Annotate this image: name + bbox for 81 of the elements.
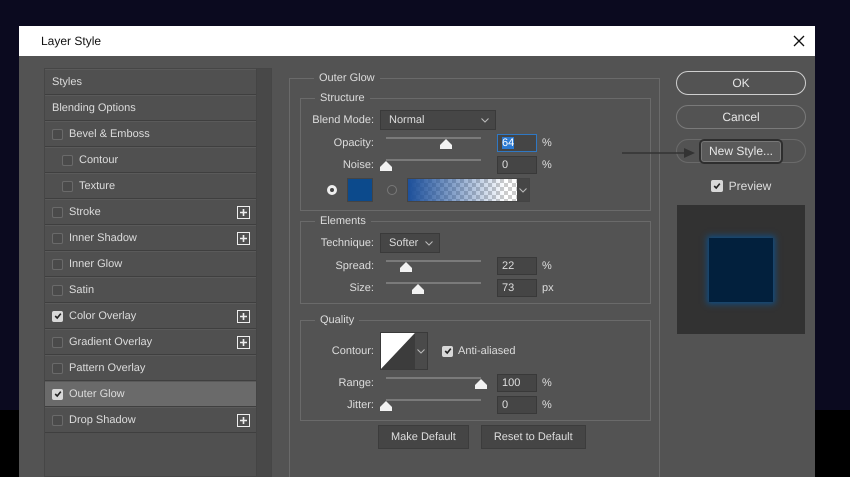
checkbox[interactable] bbox=[52, 336, 63, 348]
slider-thumb[interactable] bbox=[440, 139, 452, 149]
contour-picker[interactable] bbox=[380, 332, 428, 370]
style-list-item[interactable]: Contour bbox=[45, 147, 256, 173]
style-list-item[interactable]: Satin bbox=[45, 277, 256, 303]
add-icon[interactable] bbox=[237, 336, 250, 348]
group-title: Quality bbox=[319, 314, 356, 326]
unit-label: px bbox=[542, 282, 554, 294]
unit-label: % bbox=[542, 159, 552, 171]
checkbox[interactable] bbox=[52, 128, 63, 140]
field-label: Contour: bbox=[330, 345, 374, 357]
slider-thumb[interactable] bbox=[380, 161, 392, 171]
caret-icon bbox=[425, 240, 433, 246]
action-button[interactable]: OK bbox=[676, 71, 806, 95]
checkbox[interactable] bbox=[52, 258, 63, 270]
color-swatch[interactable] bbox=[347, 178, 373, 202]
radio-button[interactable] bbox=[387, 185, 397, 195]
number-field[interactable]: 0 bbox=[497, 156, 537, 174]
close-icon[interactable] bbox=[793, 35, 805, 47]
style-list-item[interactable]: Gradient Overlay bbox=[45, 329, 256, 355]
unit-label: % bbox=[542, 377, 552, 389]
slider-label: Jitter: bbox=[346, 399, 374, 411]
field-label: Blend Mode: bbox=[311, 114, 374, 126]
slider-label: Spread: bbox=[334, 260, 374, 272]
style-list-item[interactable]: Drop Shadow bbox=[45, 407, 256, 433]
checkbox[interactable] bbox=[52, 362, 63, 374]
style-list-item[interactable]: Outer Glow bbox=[45, 381, 256, 407]
style-list-item[interactable]: Texture bbox=[45, 173, 256, 199]
technique-dropdown[interactable]: Softer bbox=[380, 233, 440, 253]
action-button[interactable]: Cancel bbox=[676, 105, 806, 129]
unit-label: % bbox=[542, 137, 552, 149]
field-label: Technique: bbox=[320, 237, 374, 249]
checkbox[interactable] bbox=[52, 232, 63, 244]
slider-thumb[interactable] bbox=[412, 284, 424, 294]
caret-icon bbox=[481, 118, 489, 122]
unit-label: % bbox=[542, 399, 552, 411]
style-list-item[interactable]: Styles bbox=[45, 69, 256, 95]
add-icon[interactable] bbox=[237, 206, 250, 218]
glow-square bbox=[709, 238, 773, 302]
window-title: Layer Style bbox=[41, 34, 102, 48]
add-icon[interactable] bbox=[237, 232, 250, 244]
style-list-item[interactable]: Color Overlay bbox=[45, 303, 256, 329]
gradient-picker[interactable] bbox=[407, 178, 530, 202]
default-button[interactable]: Reset to Default bbox=[480, 425, 586, 449]
group-title: Elements bbox=[319, 215, 367, 227]
number-field[interactable]: 0 bbox=[497, 396, 537, 414]
slider-label: Opacity: bbox=[332, 137, 374, 149]
action-button[interactable]: New Style... bbox=[698, 138, 784, 164]
checkbox[interactable] bbox=[52, 206, 63, 218]
checkbox-label: Anti-aliased bbox=[458, 345, 516, 357]
checkbox[interactable] bbox=[52, 414, 63, 426]
blend-mode-dropdown[interactable]: Normal bbox=[380, 110, 496, 130]
number-field[interactable]: 22 bbox=[497, 257, 537, 275]
slider-thumb[interactable] bbox=[475, 379, 487, 389]
default-button[interactable]: Make Default bbox=[378, 425, 469, 449]
add-icon[interactable] bbox=[237, 414, 250, 426]
caret-icon bbox=[519, 188, 527, 192]
style-list-item[interactable]: Stroke bbox=[45, 199, 256, 225]
style-list-item[interactable]: Inner Glow bbox=[45, 251, 256, 277]
number-field[interactable]: 64 bbox=[497, 134, 537, 152]
checkbox[interactable] bbox=[52, 284, 63, 296]
number-field[interactable]: 73 bbox=[497, 279, 537, 297]
unit-label: % bbox=[542, 260, 552, 272]
checkbox-label: Preview bbox=[728, 179, 772, 193]
contour-curve-icon bbox=[381, 333, 415, 369]
checkbox[interactable] bbox=[62, 154, 73, 166]
style-list-item[interactable]: Bevel & Emboss bbox=[45, 121, 256, 147]
style-list-item[interactable]: Pattern Overlay bbox=[45, 355, 256, 381]
slider-thumb[interactable] bbox=[380, 401, 392, 411]
slider-label: Size: bbox=[348, 282, 374, 294]
slider-label: Range: bbox=[338, 377, 374, 389]
checkbox[interactable] bbox=[62, 180, 73, 192]
style-list-item[interactable]: Blending Options bbox=[45, 95, 256, 121]
slider-label: Noise: bbox=[342, 159, 374, 171]
section-title: Outer Glow bbox=[318, 72, 376, 84]
slider-thumb[interactable] bbox=[400, 262, 412, 272]
group-title: Structure bbox=[319, 92, 366, 104]
add-icon[interactable] bbox=[237, 310, 250, 322]
number-field[interactable]: 100 bbox=[497, 374, 537, 392]
style-list-item[interactable]: Inner Shadow bbox=[45, 225, 256, 251]
caret-icon bbox=[417, 348, 425, 354]
